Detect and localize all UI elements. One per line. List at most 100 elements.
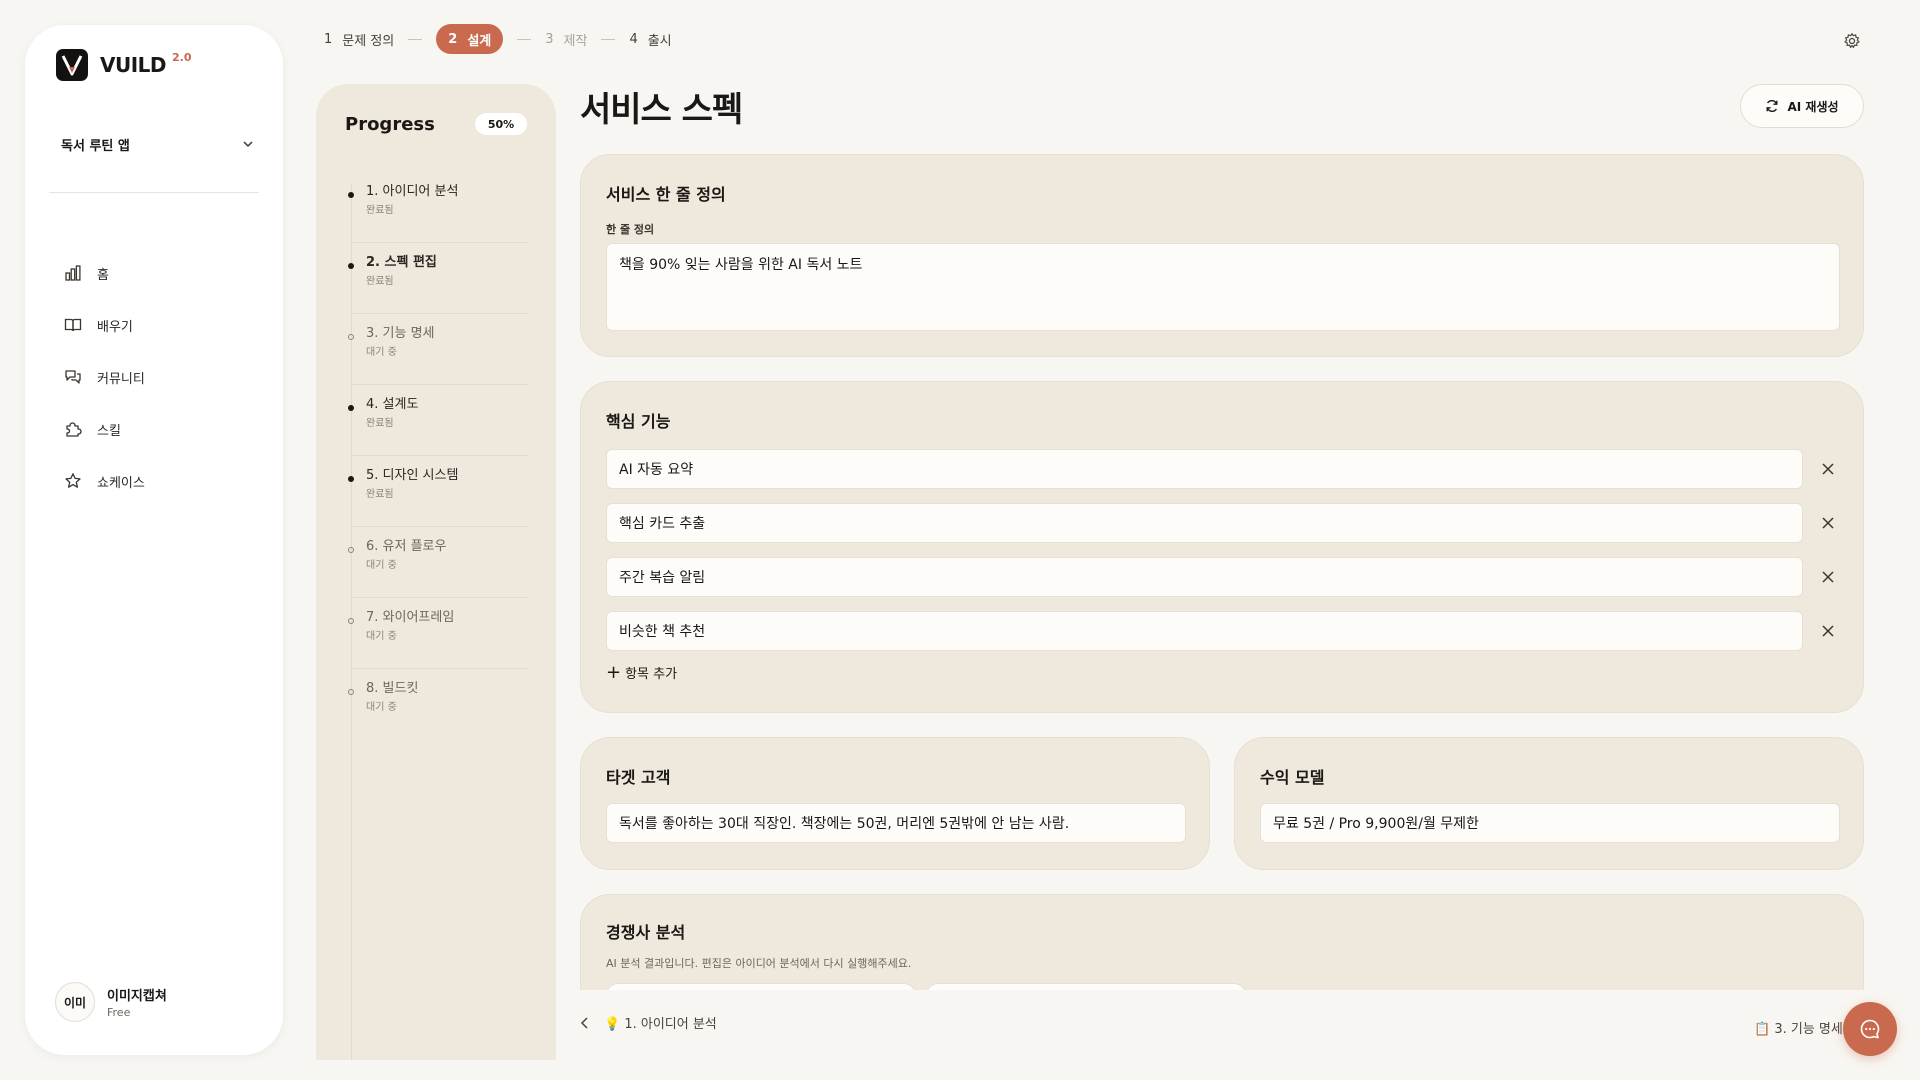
nav-item-skill[interactable]: 스킬: [63, 403, 145, 455]
card-title: 경쟁사 분석: [606, 923, 686, 942]
close-icon[interactable]: [1818, 567, 1838, 587]
nav-label: 스킬: [97, 423, 121, 439]
status-dot-done: [348, 192, 354, 198]
progress-item-buildkit[interactable]: 8. 빌드킷 대기 중: [348, 669, 528, 740]
brand-name: VUILD: [100, 53, 167, 77]
nav-item-learn[interactable]: 배우기: [63, 299, 145, 351]
target-customer-input[interactable]: 독서를 좋아하는 30대 직장인. 책장에는 50권, 머리엔 5권밖에 안 남…: [606, 803, 1186, 843]
progress-item-label: 8. 빌드킷: [366, 681, 419, 696]
progress-item-idea-analysis[interactable]: 1. 아이디어 분석 완료됨: [348, 172, 528, 243]
chevron-down-icon: [243, 141, 253, 148]
prev-step-link[interactable]: 💡 1. 아이디어 분석: [580, 1013, 717, 1032]
feature-input[interactable]: 비슷한 책 추천: [606, 611, 1803, 651]
next-step-link[interactable]: 📋 3. 기능 명세: [1754, 1018, 1843, 1037]
progress-item-feature-spec[interactable]: 3. 기능 명세 대기 중: [348, 314, 528, 385]
progress-item-status: 완료됨: [366, 489, 394, 500]
chat-icon: [1860, 1019, 1880, 1039]
status-dot-pending: [348, 547, 354, 553]
chat-bubbles-icon: [63, 367, 83, 387]
card-title: 타겟 고객: [606, 768, 671, 787]
progress-item-blueprint[interactable]: 4. 설계도 완료됨: [348, 385, 528, 456]
step-number: 4: [629, 31, 638, 47]
project-selector[interactable]: 독서 루틴 앱: [61, 129, 255, 159]
progress-item-label: 1. 아이디어 분석: [366, 184, 459, 199]
step-problem[interactable]: 1 문제 정의: [324, 30, 394, 49]
status-dot-done: [348, 263, 354, 269]
feature-row: 핵심 카드 추출: [606, 503, 1836, 543]
nav-item-home[interactable]: 홈: [63, 247, 145, 299]
one-liner-textarea[interactable]: 책을 90% 잊는 사람을 위한 AI 독서 노트: [606, 243, 1840, 331]
star-icon: [63, 471, 83, 491]
feature-input[interactable]: 핵심 카드 추출: [606, 503, 1803, 543]
status-dot-pending: [348, 334, 354, 340]
progress-item-spec-edit[interactable]: 2. 스펙 편집 완료됨: [348, 243, 528, 314]
step-label: 제작: [563, 33, 588, 49]
core-features-card: 핵심 기능 AI 자동 요약 핵심 카드 추출 주간 복습 알림 비슷한 책 추…: [580, 381, 1864, 713]
nav-label: 홈: [97, 267, 109, 283]
ai-regenerate-button[interactable]: AI 재생성: [1740, 84, 1864, 128]
chevron-left-icon: [580, 1016, 588, 1029]
feature-input[interactable]: 주간 복습 알림: [606, 557, 1803, 597]
vuild-logo-icon: [56, 49, 88, 81]
feature-row: 비슷한 책 추천: [606, 611, 1836, 651]
progress-item-status: 대기 중: [366, 702, 397, 713]
progress-panel: Progress 50% 1. 아이디어 분석 완료됨 2. 스펙 편집 완료됨…: [316, 84, 556, 1060]
card-title: 서비스 한 줄 정의: [606, 185, 726, 204]
one-liner-card: 서비스 한 줄 정의 한 줄 정의 책을 90% 잊는 사람을 위한 AI 독서…: [580, 154, 1864, 357]
step-label: 설계: [467, 33, 492, 49]
status-dot-done: [348, 476, 354, 482]
step-label: 출시: [647, 33, 672, 49]
nav-item-showcase[interactable]: 쇼케이스: [63, 455, 145, 507]
refresh-icon: [1766, 100, 1778, 112]
target-customer-card: 타겟 고객 독서를 좋아하는 30대 직장인. 책장에는 50권, 머리엔 5권…: [580, 737, 1210, 870]
card-title: 수익 모델: [1260, 768, 1325, 787]
step-separator: [408, 38, 423, 40]
close-icon[interactable]: [1818, 513, 1838, 533]
close-icon[interactable]: [1818, 459, 1838, 479]
chart-icon: [63, 263, 83, 283]
progress-item-status: 대기 중: [366, 631, 397, 642]
progress-title: Progress: [345, 114, 435, 135]
step-launch[interactable]: 4 출시: [629, 30, 671, 49]
step-number: 1: [324, 31, 333, 47]
status-dot-pending: [348, 618, 354, 624]
nav-label: 쇼케이스: [97, 475, 145, 491]
close-icon[interactable]: [1818, 621, 1838, 641]
brand-logo[interactable]: VUILD 2.0: [56, 49, 192, 81]
status-dot-pending: [348, 689, 354, 695]
progress-item-user-flow[interactable]: 6. 유저 플로우 대기 중: [348, 527, 528, 598]
puzzle-icon: [63, 419, 83, 439]
progress-item-status: 완료됨: [366, 418, 394, 429]
progress-item-status: 완료됨: [366, 205, 394, 216]
progress-item-status: 대기 중: [366, 560, 397, 571]
chat-button[interactable]: [1843, 1002, 1897, 1056]
step-separator: [601, 38, 616, 40]
revenue-model-card: 수익 모델 무료 5권 / Pro 9,900원/월 무제한: [1234, 737, 1864, 870]
step-build[interactable]: 3 제작: [545, 30, 587, 49]
main-nav: 홈 배우기 커뮤니티 스킬 쇼케이스: [63, 247, 145, 507]
progress-item-label: 4. 설계도: [366, 397, 419, 412]
step-number: 2: [448, 31, 458, 47]
card-title: 핵심 기능: [606, 412, 671, 431]
avatar: 이미: [55, 982, 95, 1022]
step-label: 문제 정의: [342, 33, 395, 49]
progress-list: 1. 아이디어 분석 완료됨 2. 스펙 편집 완료됨 3. 기능 명세 대기 …: [348, 172, 528, 740]
page-title: 서비스 스펙: [580, 90, 743, 130]
gear-icon[interactable]: [1843, 32, 1861, 50]
nav-label: 배우기: [97, 319, 133, 335]
add-item-button[interactable]: + 항목 추가: [606, 663, 677, 682]
user-info: 이미지캡쳐 Free: [107, 985, 167, 1019]
progress-item-wireframe[interactable]: 7. 와이어프레임 대기 중: [348, 598, 528, 669]
add-item-label: 항목 추가: [625, 667, 678, 682]
nav-label: 커뮤니티: [97, 371, 145, 387]
step-design[interactable]: 2 설계: [436, 24, 504, 54]
progress-item-label: 2. 스펙 편집: [366, 255, 437, 270]
brand-version: 2.0: [172, 51, 192, 64]
progress-item-label: 6. 유저 플로우: [366, 539, 447, 554]
nav-item-community[interactable]: 커뮤니티: [63, 351, 145, 403]
user-profile[interactable]: 이미 이미지캡쳐 Free: [55, 982, 167, 1022]
progress-item-design-system[interactable]: 5. 디자인 시스템 완료됨: [348, 456, 528, 527]
feature-input[interactable]: AI 자동 요약: [606, 449, 1803, 489]
regen-label: AI 재생성: [1787, 99, 1839, 114]
revenue-model-input[interactable]: 무료 5권 / Pro 9,900원/월 무제한: [1260, 803, 1840, 843]
